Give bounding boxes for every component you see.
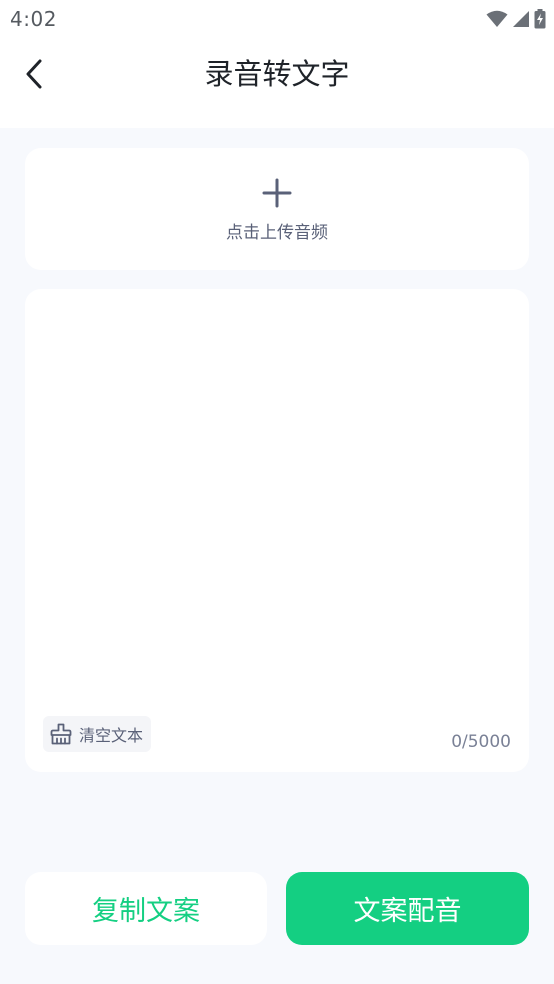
signal-icon (513, 11, 529, 27)
char-count: 0/5000 (451, 732, 511, 752)
clear-text-button[interactable]: 清空文本 (43, 716, 152, 752)
plus-icon (262, 178, 292, 208)
header: 录音转文字 (0, 38, 554, 128)
upload-audio-button[interactable]: 点击上传音频 (25, 148, 529, 270)
upload-label: 点击上传音频 (226, 223, 328, 243)
clear-text-label: 清空文本 (79, 726, 144, 745)
wifi-icon (486, 10, 508, 27)
status-icons (486, 8, 546, 30)
battery-charging-icon (534, 9, 546, 29)
transcript-textarea[interactable] (43, 307, 511, 707)
broom-icon (50, 723, 72, 745)
text-dubbing-button[interactable]: 文案配音 (286, 872, 529, 945)
page-title: 录音转文字 (204, 57, 350, 91)
transcript-card: 清空文本 0/5000 (25, 289, 529, 772)
copy-text-button[interactable]: 复制文案 (25, 872, 267, 945)
status-time: 4:02 (10, 7, 57, 31)
status-bar: 4:02 (0, 0, 554, 38)
